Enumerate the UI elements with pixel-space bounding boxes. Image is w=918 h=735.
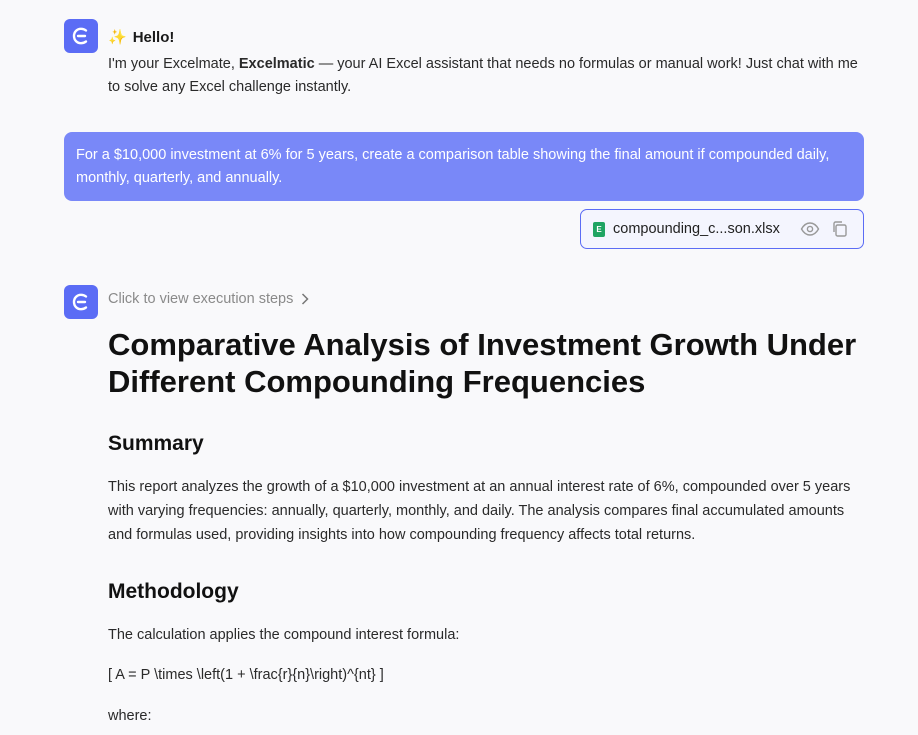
- summary-heading: Summary: [108, 432, 204, 455]
- methodology-text: The calculation applies the compound int…: [108, 627, 460, 643]
- sparkle-icon: ✨: [108, 28, 127, 46]
- where-text: where:: [108, 708, 152, 724]
- intro-brand: Excelmatic: [238, 56, 315, 72]
- copy-icon[interactable]: [829, 218, 851, 240]
- summary-text: This report analyzes the growth of a $10…: [108, 479, 851, 543]
- greeting-text: Hello!: [132, 28, 175, 46]
- excel-file-icon: E: [593, 221, 605, 237]
- formula-text: [ A = P \times \left(1 + \frac{r}{n}\rig…: [108, 667, 384, 683]
- intro-prefix: I'm your Excelmate,: [108, 56, 239, 72]
- excelmatic-logo-icon: [72, 27, 88, 45]
- assistant-intro: I'm your Excelmate, Excelmatic — your AI…: [108, 53, 868, 99]
- methodology-heading: Methodology: [108, 580, 239, 603]
- attachment-filename[interactable]: compounding_c...son.xlsx: [613, 221, 791, 237]
- assistant-avatar: [64, 19, 98, 53]
- eye-icon[interactable]: [799, 218, 821, 240]
- assistant-avatar: [64, 285, 98, 319]
- user-message-bubble: For a $10,000 investment at 6% for 5 yea…: [64, 132, 864, 201]
- attachment-chip[interactable]: E compounding_c...son.xlsx: [580, 209, 864, 249]
- greeting-heading: ✨ Hello!: [108, 28, 174, 46]
- chevron-right-icon: [302, 293, 309, 305]
- excelmatic-logo-icon: [72, 293, 88, 311]
- steps-link-label: Click to view execution steps: [108, 291, 294, 307]
- report-title: Comparative Analysis of Investment Growt…: [108, 327, 857, 399]
- view-execution-steps-link[interactable]: Click to view execution steps: [108, 291, 309, 307]
